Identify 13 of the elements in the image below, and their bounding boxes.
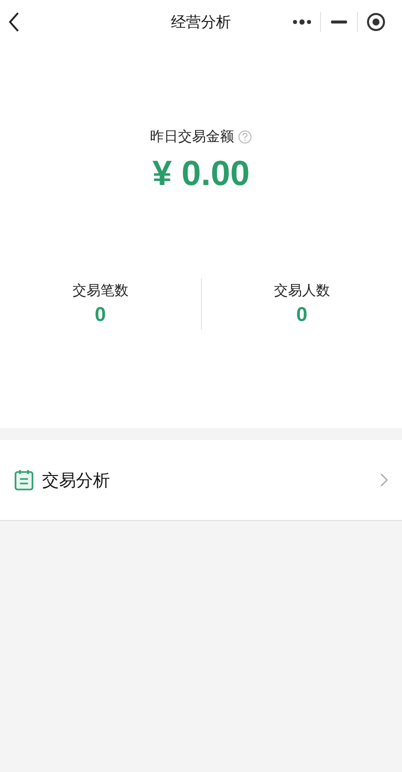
menu-item[interactable]: 交易分析: [0, 440, 402, 521]
page-title: 经营分析: [171, 12, 231, 32]
stat-value: 0: [296, 304, 308, 326]
clipboard-icon: [14, 469, 34, 491]
chevron-right-icon: [380, 473, 388, 487]
stat-label: 交易笔数: [72, 282, 128, 300]
stat-label: 交易人数: [274, 282, 330, 300]
minus-icon: [331, 20, 347, 24]
stat-value: 0: [94, 304, 106, 326]
amount-value: ¥ 0.00: [152, 154, 250, 194]
target-icon: [366, 12, 386, 32]
summary-label: 昨日交易金额: [150, 128, 234, 146]
dots-icon: [292, 19, 312, 25]
